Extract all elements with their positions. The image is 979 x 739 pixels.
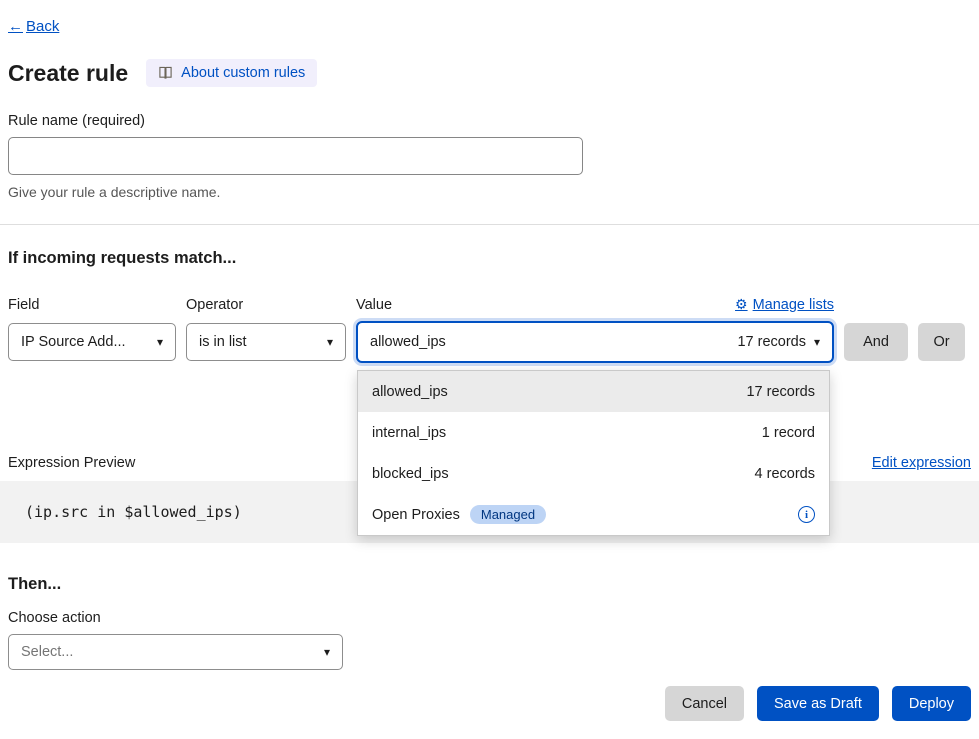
list-item-internal-ips[interactable]: internal_ips 1 record <box>358 412 829 453</box>
operator-select-value: is in list <box>199 334 247 350</box>
value-dropdown-menu: allowed_ips 17 records internal_ips 1 re… <box>357 370 830 536</box>
list-item-name: internal_ips <box>372 425 446 441</box>
list-item-name: blocked_ips <box>372 466 449 482</box>
page-title: Create rule <box>8 60 128 87</box>
value-label-cell: Value ⚙ Manage lists <box>356 296 834 313</box>
rule-name-input[interactable] <box>8 137 583 175</box>
back-arrow-icon: ← <box>8 18 23 35</box>
and-button[interactable]: And <box>844 323 908 361</box>
action-select[interactable]: Select... ▾ <box>8 634 343 670</box>
info-icon[interactable]: i <box>798 506 815 523</box>
gear-icon: ⚙ <box>735 296 748 313</box>
rule-name-help: Give your rule a descriptive name. <box>8 184 971 200</box>
chevron-down-icon: ▾ <box>324 645 330 659</box>
deploy-button[interactable]: Deploy <box>892 686 971 721</box>
field-select-value: IP Source Add... <box>21 334 126 350</box>
managed-badge: Managed <box>470 505 546 524</box>
back-link-label: Back <box>26 18 59 35</box>
about-custom-rules-label: About custom rules <box>181 65 305 81</box>
expression-preview-label: Expression Preview <box>8 455 135 471</box>
list-item-name: allowed_ips <box>372 384 448 400</box>
list-item-meta: 4 records <box>755 466 815 482</box>
list-item-name: Open Proxies <box>372 507 460 523</box>
field-select[interactable]: IP Source Add... ▾ <box>8 323 176 361</box>
about-custom-rules-link[interactable]: About custom rules <box>146 59 317 87</box>
match-section-heading: If incoming requests match... <box>8 249 971 268</box>
save-as-draft-button[interactable]: Save as Draft <box>757 686 879 721</box>
chevron-down-icon: ▾ <box>814 335 820 349</box>
operator-label: Operator <box>186 297 346 313</box>
chevron-down-icon: ▾ <box>157 335 163 349</box>
value-cell: allowed_ips 17 records ▾ allowed_ips 17 … <box>356 321 834 363</box>
chevron-down-icon: ▾ <box>327 335 333 349</box>
list-item-blocked-ips[interactable]: blocked_ips 4 records <box>358 453 829 494</box>
create-rule-page: ←Back Create rule About custom rules Rul… <box>0 0 979 739</box>
match-controls-row: IP Source Add... ▾ is in list ▾ allowed_… <box>8 321 971 363</box>
book-icon <box>158 66 173 80</box>
value-select-meta: 17 records <box>737 334 806 350</box>
list-item-open-proxies[interactable]: Open Proxies Managed i <box>358 494 829 535</box>
footer-actions: Cancel Save as Draft Deploy <box>8 686 971 721</box>
back-link[interactable]: ←Back <box>8 18 59 35</box>
choose-action-label: Choose action <box>8 610 971 626</box>
then-section-heading: Then... <box>8 575 971 594</box>
list-item-meta: 17 records <box>746 384 815 400</box>
edit-expression-link[interactable]: Edit expression <box>872 455 971 471</box>
or-button[interactable]: Or <box>918 323 965 361</box>
list-item-meta: 1 record <box>762 425 815 441</box>
expression-code: (ip.src in $allowed_ips) <box>25 503 242 521</box>
back-row: ←Back <box>8 18 971 35</box>
action-select-placeholder: Select... <box>21 644 73 660</box>
value-select[interactable]: allowed_ips 17 records ▾ <box>356 321 834 363</box>
value-select-value: allowed_ips <box>370 334 737 350</box>
match-labels-row: Field Operator Value ⚙ Manage lists <box>8 296 971 313</box>
divider <box>0 224 979 225</box>
manage-lists-link[interactable]: ⚙ Manage lists <box>735 296 834 313</box>
field-label: Field <box>8 297 176 313</box>
list-item-allowed-ips[interactable]: allowed_ips 17 records <box>358 371 829 412</box>
rule-name-label: Rule name (required) <box>8 113 971 129</box>
manage-lists-label: Manage lists <box>753 297 834 313</box>
cancel-button[interactable]: Cancel <box>665 686 744 721</box>
value-label: Value <box>356 297 392 313</box>
title-row: Create rule About custom rules <box>8 59 971 87</box>
operator-select[interactable]: is in list ▾ <box>186 323 346 361</box>
